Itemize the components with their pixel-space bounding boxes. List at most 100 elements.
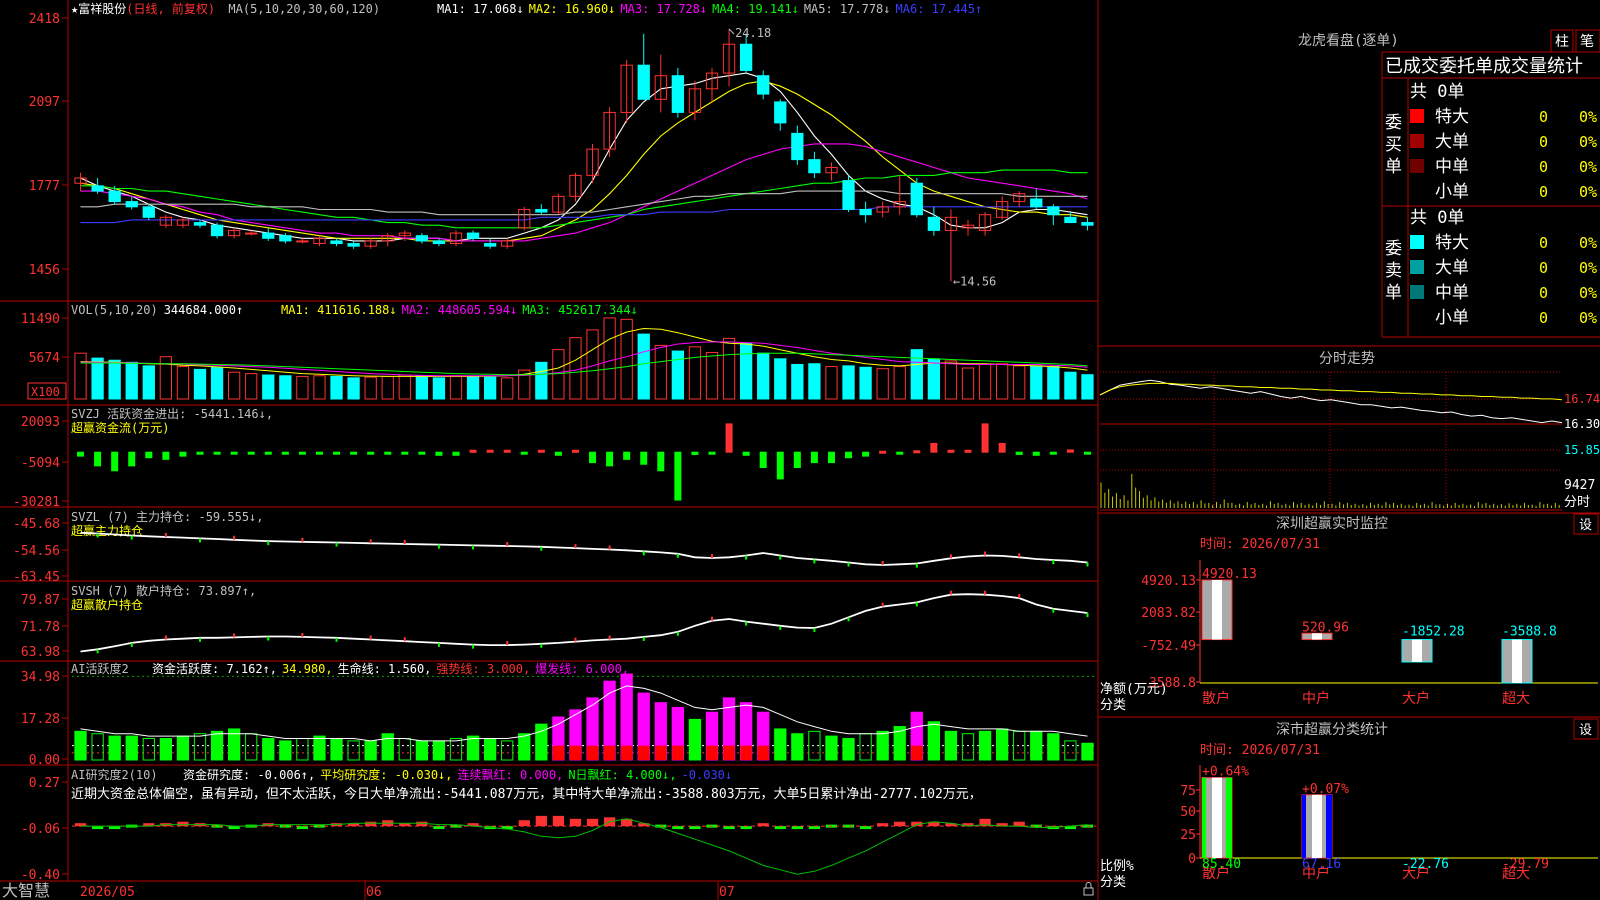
flow-bar <box>247 451 255 455</box>
sell-side-label: 委卖单 <box>1385 239 1402 303</box>
intraday-vol-unit: 分时 <box>1564 495 1590 510</box>
flow-bar <box>469 449 477 453</box>
favorite-star-icon[interactable]: ★ <box>71 2 78 16</box>
vol-bar <box>996 363 1009 400</box>
ai1-header: AI活跃度2 <box>71 661 129 676</box>
legend-item: MA4: 19.141↓ <box>712 2 799 16</box>
flow-bar <box>879 450 887 454</box>
ai1-y-axis: 34.98 17.28 0.00 <box>21 670 68 768</box>
activity-bar <box>501 740 514 761</box>
flow-bar <box>452 451 460 456</box>
candle-body <box>91 185 104 192</box>
activity-bar <box>1064 740 1077 761</box>
candle-body <box>245 232 258 235</box>
flow-bar <box>230 451 238 455</box>
candle-body <box>193 222 207 226</box>
tab-tick-label[interactable]: 笔 <box>1580 34 1594 50</box>
vertical-char: 卖 <box>1385 261 1402 281</box>
flow-bar <box>94 451 102 467</box>
chart-mode: (日线, 前复权) <box>126 1 215 16</box>
flow-bar <box>384 451 392 455</box>
value-label: -22.76 <box>1402 857 1449 872</box>
candle-body <box>466 232 480 239</box>
row-value: 0 <box>1539 259 1548 277</box>
y-tick-label: -63.45 <box>13 570 60 585</box>
row-label: 大单 <box>1435 132 1469 152</box>
settings-button-label[interactable]: 设 <box>1579 723 1592 738</box>
y-tick-label: -0.06 <box>21 822 60 837</box>
vertical-char: 单 <box>1385 283 1402 303</box>
sz-class-title: 深市超赢分类统计 <box>1276 721 1388 738</box>
intraday-lines <box>1099 379 1563 424</box>
vol-bar <box>415 375 428 400</box>
high-marker: 24.18 <box>735 26 771 40</box>
bar-highlight <box>1212 580 1222 640</box>
activity-base <box>621 745 633 760</box>
activity-bar <box>330 738 343 761</box>
value-label: -29.79 <box>1502 857 1549 872</box>
flow-bar <box>350 451 358 455</box>
candle-body <box>279 235 292 242</box>
legend-item: 连续飘红: 0.000, <box>458 767 564 782</box>
settings-button-label[interactable]: 设 <box>1579 518 1592 533</box>
activity-bar <box>91 733 104 761</box>
vertical-char: 买 <box>1385 135 1402 155</box>
bar-highlight <box>1212 777 1222 858</box>
buy-side-label: 委买单 <box>1385 113 1402 177</box>
flow-bar <box>537 449 545 453</box>
activity-bar <box>876 730 889 761</box>
flow-bar <box>554 451 562 456</box>
vol-bar <box>125 361 138 400</box>
vol-bar <box>176 366 190 400</box>
candle-body <box>671 75 684 113</box>
vol-bar <box>296 375 309 400</box>
row-value: 0 <box>1539 183 1548 201</box>
row-pct: 0% <box>1579 284 1597 302</box>
y-tick-label: 75 <box>1180 784 1196 799</box>
activity-bar <box>484 738 497 761</box>
candle-body <box>1047 206 1060 216</box>
vol-bar <box>705 351 719 400</box>
vol-bar <box>569 337 582 400</box>
y-tick-label: -45.68 <box>13 517 60 532</box>
value-label: 4920.13 <box>1202 567 1257 582</box>
bar-highlight <box>1512 639 1522 683</box>
vol-bar <box>893 366 906 400</box>
legend-item: 资金研究度: -0.006↑, <box>183 767 315 782</box>
high-arrow <box>728 28 735 35</box>
delta-label: +0.07% <box>1302 782 1349 797</box>
row-value: 0 <box>1539 133 1548 151</box>
svsh-line <box>80 593 1088 653</box>
lock-icon[interactable] <box>1083 882 1094 896</box>
vol-bar <box>466 375 480 400</box>
y-tick-label: 2097 <box>29 95 60 110</box>
bar-highlight <box>1312 794 1322 858</box>
vol-bar <box>245 373 258 400</box>
activity-bar <box>1081 742 1094 761</box>
ai2-bars <box>72 815 1096 875</box>
y-tick-label: -5094 <box>21 456 60 471</box>
research-bar <box>177 821 189 827</box>
activity-bar <box>364 740 377 761</box>
flow-bar <box>998 442 1006 453</box>
research-bar <box>518 820 530 827</box>
flow-bar <box>810 451 818 464</box>
ma-indicator-name: MA(5,10,20,30,60,120) <box>228 2 380 16</box>
activity-base <box>672 745 684 760</box>
y-tick-label: -752.49 <box>1141 639 1196 654</box>
ma-line <box>80 190 1088 216</box>
sz-realtime-time: 时间: 2026/07/31 <box>1200 537 1320 552</box>
row-value: 0 <box>1539 309 1548 327</box>
svsh-subtitle: 超赢散户持仓 <box>71 597 143 612</box>
activity-bar <box>381 733 394 761</box>
vertical-char: 委 <box>1385 113 1402 133</box>
bar-edge <box>1202 777 1206 858</box>
flow-bar <box>1032 451 1040 456</box>
sz-realtime-chart: 4920.13 2083.82 -752.49 -3588.8 散户 4920.13 中户 5… <box>1141 560 1598 707</box>
flow-bar <box>196 451 204 455</box>
tab-bar-label[interactable]: 柱 <box>1555 34 1569 50</box>
y-tick-label: 20093 <box>21 415 60 430</box>
flow-bar <box>930 442 938 453</box>
vol-bar <box>210 366 224 400</box>
vol-header: VOL(5,10,20) 344684.000↑ <box>71 303 243 317</box>
